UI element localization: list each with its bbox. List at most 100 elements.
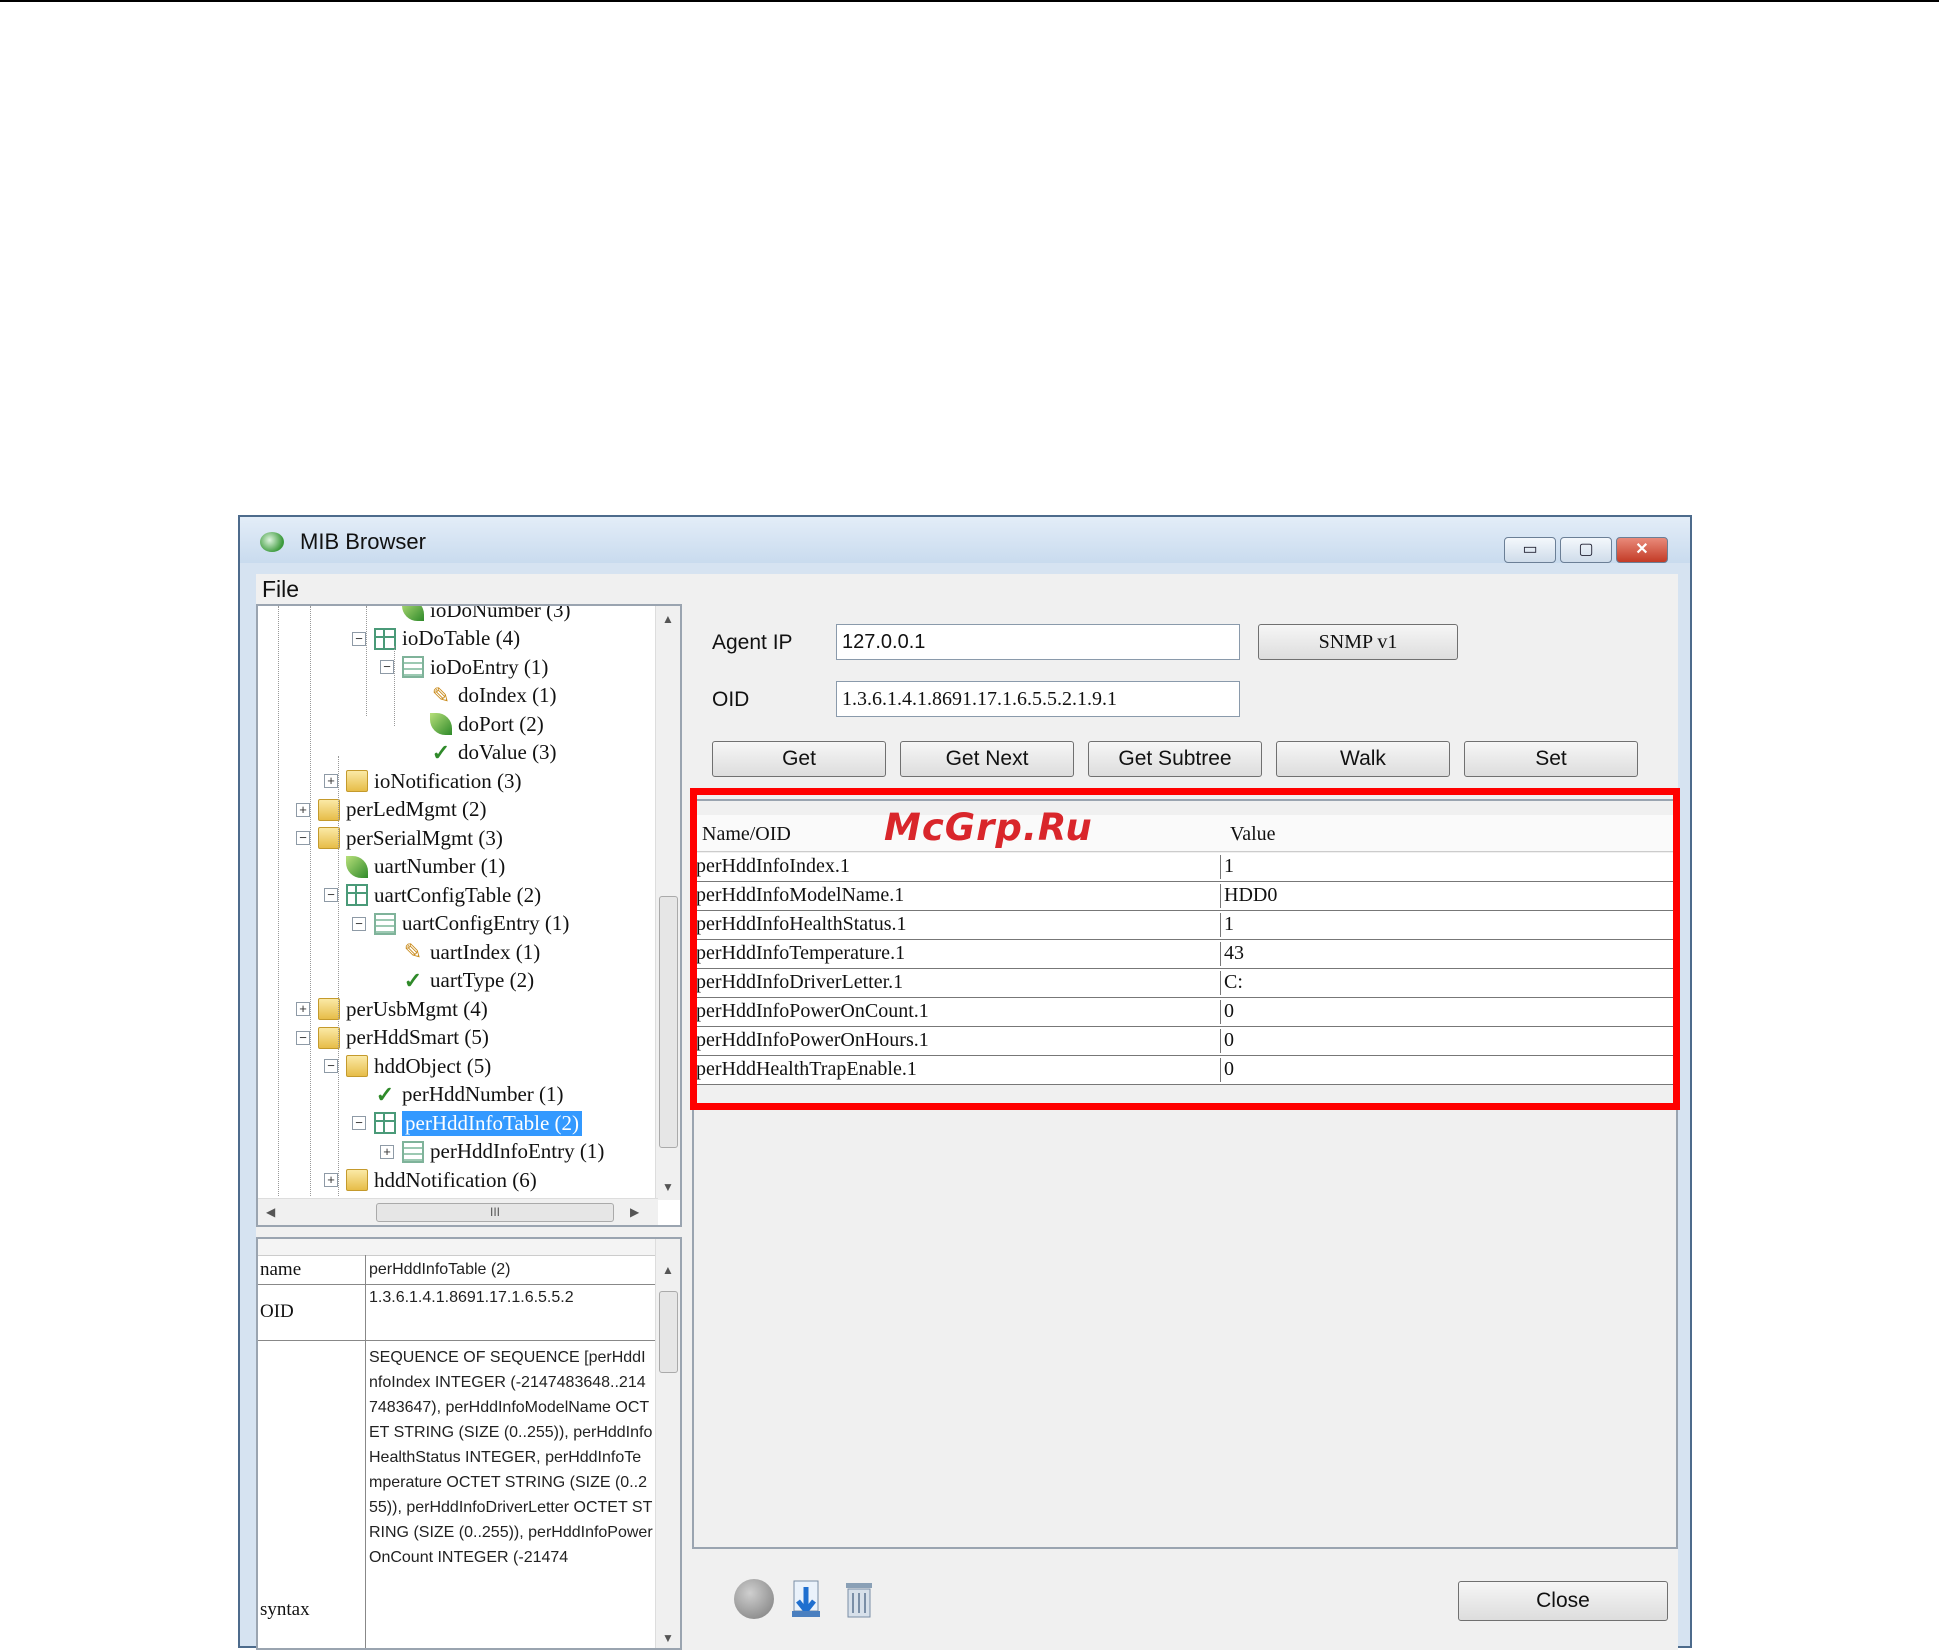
prop-name-label: name	[258, 1255, 366, 1285]
tree-node[interactable]: hddObject (5)	[346, 1052, 491, 1080]
tree-node-label[interactable]: ioNotification (3)	[374, 769, 522, 794]
oid-field[interactable]	[836, 681, 1240, 717]
tree-node[interactable]: perLedMgmt (2)	[318, 796, 487, 824]
properties-vertical-scrollbar[interactable]: ▲ ▼	[655, 1239, 680, 1648]
tree-guide-line	[394, 646, 395, 726]
tree-node[interactable]: uartNumber (1)	[346, 853, 505, 881]
close-button[interactable]: Close	[1458, 1581, 1668, 1621]
tree-node-label[interactable]: perHddSmart (5)	[346, 1025, 489, 1050]
trash-icon[interactable]	[842, 1579, 876, 1619]
tree-expander-icon[interactable]: −	[352, 631, 366, 646]
tree-expander-icon[interactable]: −	[324, 888, 338, 902]
tree-expander-icon[interactable]: −	[296, 1030, 310, 1045]
maximize-button[interactable]: ▢	[1560, 537, 1612, 563]
props-vscroll-thumb[interactable]	[659, 1291, 678, 1373]
scroll-right-arrow-icon[interactable]: ▶	[630, 1205, 639, 1219]
tree-expander-icon[interactable]: −	[352, 916, 366, 931]
tree-node[interactable]: perHddInfoTable (2)	[374, 1109, 583, 1137]
prop-name-value: perHddInfoTable (2)	[366, 1255, 658, 1285]
tree-expander-icon[interactable]: −	[324, 1059, 338, 1073]
tree-node-label[interactable]: perHddInfoTable (2)	[402, 1110, 583, 1136]
tree-node[interactable]: ✓ perHddNumber (1)	[374, 1081, 564, 1109]
tree-node-label[interactable]: uartNumber (1)	[374, 854, 505, 879]
props-scroll-down-arrow-icon[interactable]: ▼	[662, 1631, 674, 1645]
tree-node-label[interactable]: perLedMgmt (2)	[346, 797, 487, 822]
folder-icon	[346, 770, 368, 792]
menu-file[interactable]: File	[262, 576, 299, 603]
prop-oid-label: OID	[258, 1285, 366, 1341]
scroll-left-arrow-icon[interactable]: ◀	[266, 1205, 275, 1219]
table-icon	[374, 1112, 396, 1134]
tree-expander-icon[interactable]: −	[380, 660, 394, 674]
mib-browser-window: MIB Browser ▭ ▢ ✕ File ioDoNumber (3) − io…	[238, 515, 1692, 1650]
leaf-icon	[402, 606, 424, 621]
tree-node[interactable]: perHddSmart (5)	[318, 1024, 489, 1052]
tree-node-label[interactable]: uartIndex (1)	[430, 940, 540, 965]
tree-node[interactable]: ioDoNumber (3)	[402, 606, 571, 624]
tree-node[interactable]: doPort (2)	[430, 710, 544, 738]
tree-node[interactable]: ✎ uartIndex (1)	[402, 938, 540, 966]
folder-icon	[318, 798, 340, 821]
tree-node-label[interactable]: doPort (2)	[458, 712, 544, 737]
tree-node[interactable]: hddNotification (6)	[346, 1166, 537, 1194]
mib-tree[interactable]: ioDoNumber (3) − ioDoTable (4) − ioDoEntry (…	[256, 604, 682, 1227]
props-scroll-up-arrow-icon[interactable]: ▲	[662, 1263, 674, 1277]
tree-guide-line	[278, 606, 279, 1196]
tree-node-label[interactable]: perHddNumber (1)	[402, 1082, 564, 1107]
save-download-icon[interactable]	[788, 1579, 824, 1619]
tree-hscroll-thumb[interactable]: III	[376, 1203, 614, 1222]
leaf-edit-icon: ✓	[403, 967, 423, 993]
tree-horizontal-scrollbar[interactable]: ◀ III ▶	[258, 1198, 658, 1225]
tree-node[interactable]: perUsbMgmt (4)	[318, 995, 488, 1023]
tree-expander-icon[interactable]: +	[296, 1002, 310, 1016]
tree-node[interactable]: perHddInfoEntry (1)	[402, 1138, 604, 1166]
tree-node-label[interactable]: perUsbMgmt (4)	[346, 997, 488, 1022]
stop-icon[interactable]	[734, 1579, 774, 1619]
tree-expander-icon[interactable]: +	[324, 1173, 338, 1187]
walk-button[interactable]: Walk	[1276, 741, 1450, 777]
tree-node-label[interactable]: hddObject (5)	[374, 1054, 491, 1079]
tree-node-label[interactable]: hddNotification (6)	[374, 1168, 537, 1193]
tree-node[interactable]: ✓ doValue (3)	[430, 739, 557, 767]
tree-vertical-scrollbar[interactable]: ▲ ▼	[655, 606, 680, 1200]
tree-expander-icon[interactable]: −	[352, 1116, 366, 1130]
tree-node-label[interactable]: perSerialMgmt (3)	[346, 826, 503, 851]
tree-expander-icon[interactable]: +	[324, 774, 338, 788]
tree-expander-icon[interactable]: +	[380, 1144, 394, 1159]
tree-node[interactable]: ioDoTable (4)	[374, 625, 520, 653]
tree-node-label[interactable]: doValue (3)	[458, 740, 557, 765]
tree-node[interactable]: ioNotification (3)	[346, 767, 522, 795]
tree-node[interactable]: ✎ doIndex (1)	[430, 682, 557, 710]
set-button[interactable]: Set	[1464, 741, 1638, 777]
get-button[interactable]: Get	[712, 741, 886, 777]
tree-node-label[interactable]: uartType (2)	[430, 968, 534, 993]
leaf-edit-icon: ✓	[375, 1081, 395, 1107]
scroll-down-arrow-icon[interactable]: ▼	[662, 1180, 674, 1194]
tree-node[interactable]: uartConfigEntry (1)	[374, 910, 569, 938]
tree-node-label[interactable]: ioDoEntry (1)	[430, 655, 548, 680]
tree-node-label[interactable]: ioDoNumber (3)	[430, 606, 571, 623]
prop-syntax-label: syntax	[258, 1341, 366, 1648]
minimize-button[interactable]: ▭	[1504, 537, 1556, 563]
tree-node-label[interactable]: ioDoTable (4)	[402, 626, 520, 651]
tree-node[interactable]: perSerialMgmt (3)	[318, 824, 503, 852]
prop-syntax-value: SEQUENCE OF SEQUENCE [perHddInfoIndex IN…	[366, 1341, 658, 1648]
get-subtree-button[interactable]: Get Subtree	[1088, 741, 1262, 777]
scroll-up-arrow-icon[interactable]: ▲	[662, 612, 674, 626]
tree-expander-icon[interactable]: −	[296, 831, 310, 845]
title-bar[interactable]: MIB Browser ▭ ▢ ✕	[240, 517, 1690, 563]
tree-node[interactable]: ✓ uartType (2)	[402, 967, 534, 995]
tree-node-label[interactable]: uartConfigEntry (1)	[402, 911, 569, 936]
get-next-button[interactable]: Get Next	[900, 741, 1074, 777]
close-window-button[interactable]: ✕	[1616, 537, 1668, 563]
agent-ip-field[interactable]	[836, 624, 1240, 660]
tree-vscroll-thumb[interactable]	[659, 896, 678, 1148]
tree-node-label[interactable]: uartConfigTable (2)	[374, 883, 541, 908]
tree-expander-icon[interactable]: +	[296, 802, 310, 817]
tree-node[interactable]: uartConfigTable (2)	[346, 881, 541, 909]
tree-node-label[interactable]: doIndex (1)	[458, 683, 557, 708]
tree-guide-line	[310, 606, 311, 1196]
tree-node-label[interactable]: perHddInfoEntry (1)	[430, 1139, 604, 1164]
snmp-version-button[interactable]: SNMP v1	[1258, 624, 1458, 660]
tree-node[interactable]: ioDoEntry (1)	[402, 653, 548, 681]
